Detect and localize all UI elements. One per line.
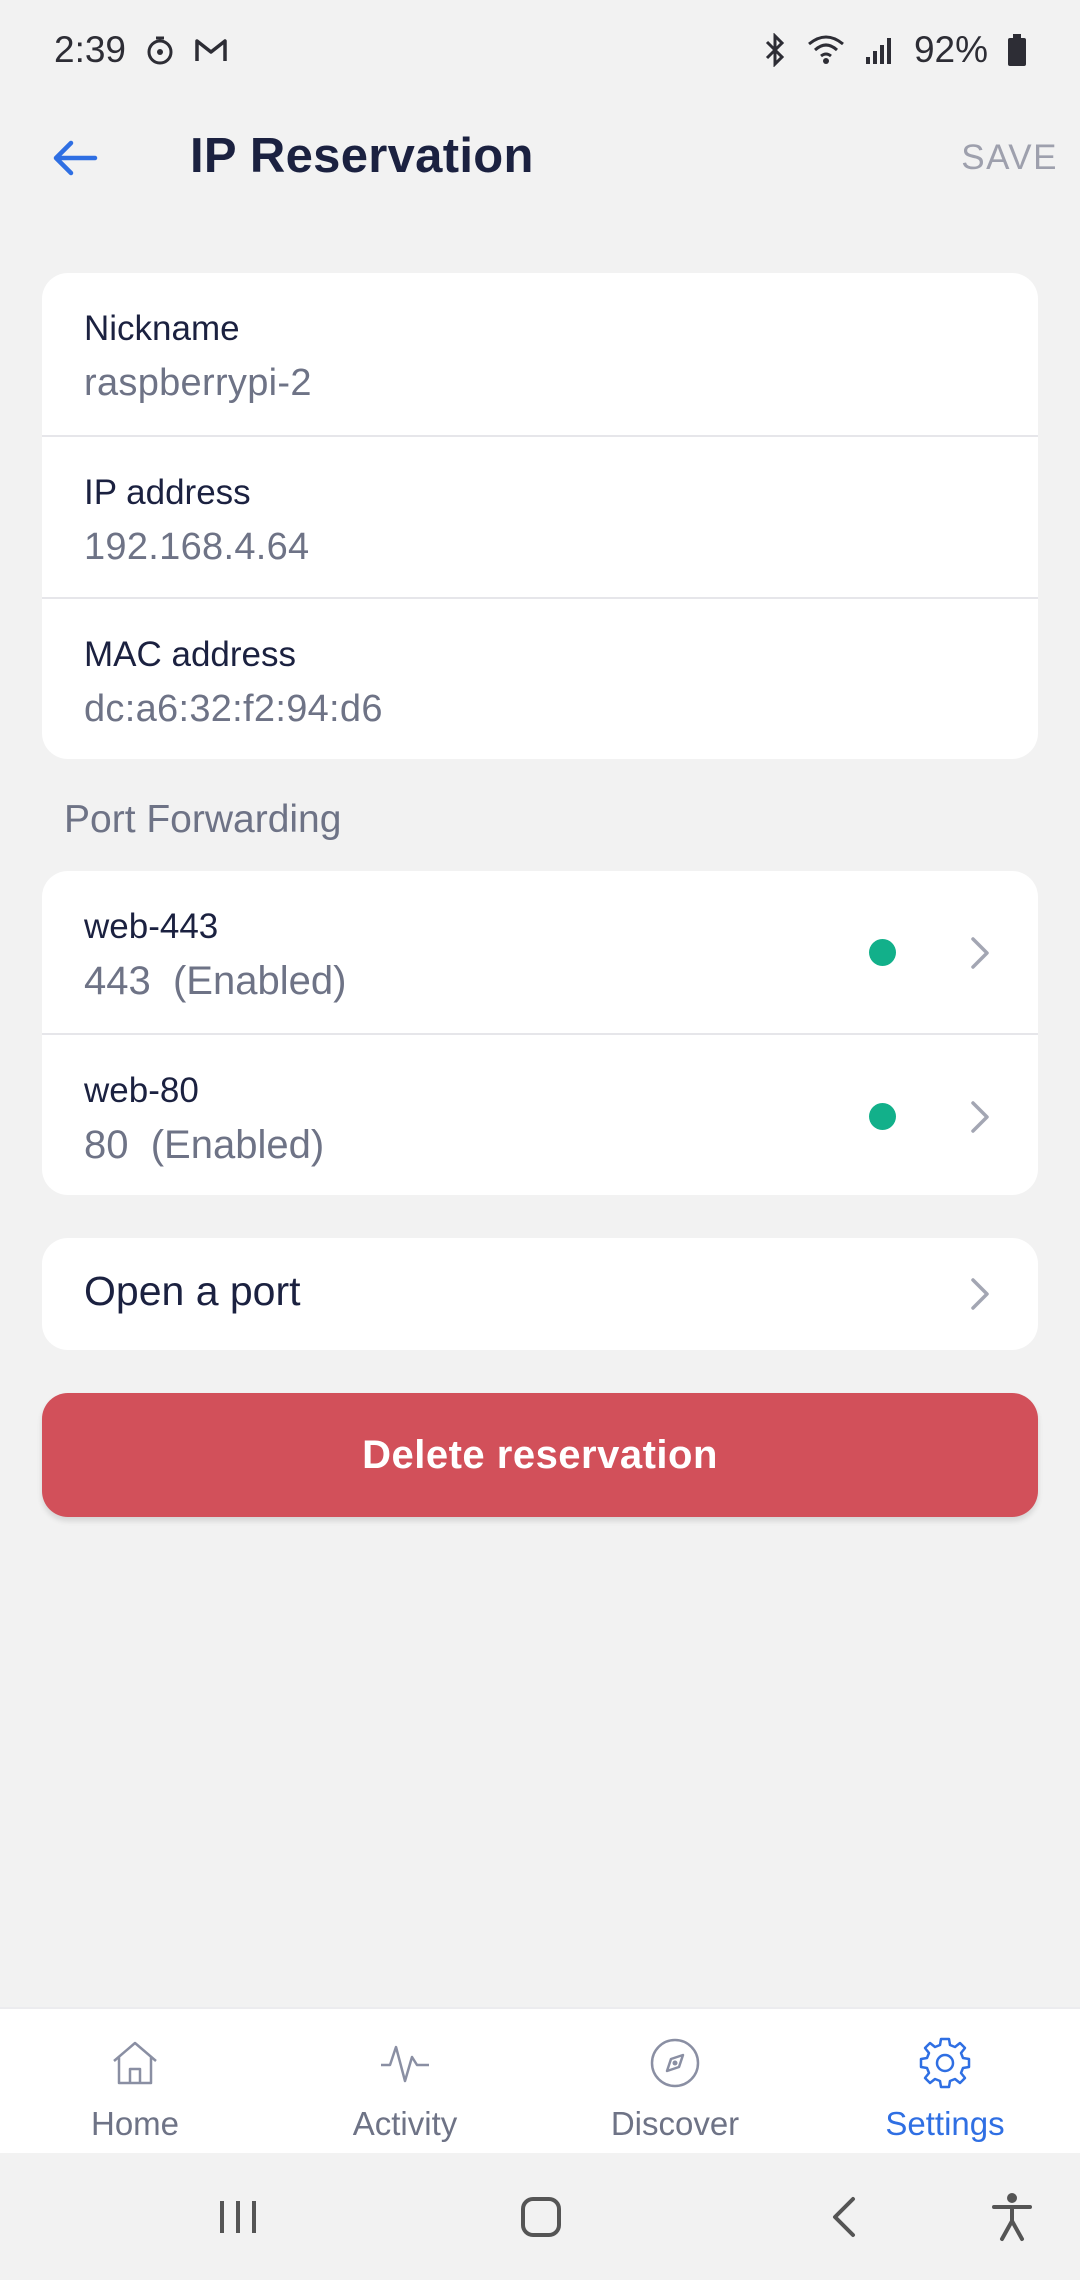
status-bar-left: 2:39 bbox=[54, 29, 228, 71]
field-value: raspberrypi-2 bbox=[84, 362, 312, 404]
field-label: Nickname bbox=[84, 309, 240, 348]
field-label: MAC address bbox=[84, 635, 297, 674]
port-rule-status: 443 (Enabled) bbox=[84, 959, 347, 1003]
field-value: 192.168.4.64 bbox=[84, 526, 310, 568]
wifi-icon bbox=[806, 34, 846, 66]
bluetooth-icon bbox=[762, 33, 788, 67]
home-icon bbox=[107, 2035, 163, 2091]
accessibility-icon bbox=[990, 2191, 1034, 2248]
bottom-nav: Home Activity Discover Settings bbox=[0, 2007, 1080, 2153]
back-button[interactable] bbox=[40, 130, 110, 190]
page-title: IP Reservation bbox=[190, 129, 534, 183]
nav-label: Activity bbox=[352, 2105, 458, 2142]
chevron-right-icon bbox=[966, 1272, 994, 1316]
port-forwarding-card: web-443 443 (Enabled) web-80 80 (Enabled… bbox=[42, 871, 1038, 1195]
port-rule-name: web-443 bbox=[84, 907, 219, 946]
battery-icon bbox=[1006, 33, 1028, 67]
gmail-icon bbox=[194, 36, 228, 64]
screen: 2:39 92% IP Reservation SAVE Nickname ra… bbox=[0, 0, 1080, 2280]
port-rule-item[interactable]: web-443 443 (Enabled) bbox=[42, 871, 1038, 1033]
status-bar: 2:39 92% bbox=[0, 0, 1080, 100]
mac-address-field: MAC address dc:a6:32:f2:94:d6 bbox=[42, 597, 1038, 759]
chevron-right-icon bbox=[966, 1095, 994, 1139]
field-label: IP address bbox=[84, 473, 251, 512]
ip-address-field[interactable]: IP address 192.168.4.64 bbox=[42, 435, 1038, 597]
recent-apps-button[interactable] bbox=[208, 2189, 268, 2249]
system-back-button[interactable] bbox=[814, 2189, 874, 2249]
nav-item-settings[interactable]: Settings bbox=[810, 2009, 1080, 2153]
save-button[interactable]: SAVE bbox=[961, 138, 1058, 178]
enabled-status-dot bbox=[869, 1103, 896, 1130]
timer-icon bbox=[144, 34, 176, 66]
enabled-status-dot bbox=[869, 939, 896, 966]
home-system-button[interactable] bbox=[511, 2189, 571, 2249]
chevron-left-icon bbox=[829, 2195, 859, 2244]
accessibility-button[interactable] bbox=[982, 2189, 1042, 2249]
compass-icon bbox=[647, 2035, 703, 2091]
nav-item-home[interactable]: Home bbox=[0, 2009, 270, 2153]
port-rule-status: 80 (Enabled) bbox=[84, 1123, 325, 1167]
home-square-icon bbox=[519, 2195, 563, 2244]
system-nav-bar bbox=[0, 2153, 1080, 2280]
gear-icon bbox=[917, 2035, 973, 2091]
clock: 2:39 bbox=[54, 29, 127, 70]
signal-icon bbox=[864, 35, 896, 65]
nav-label: Settings bbox=[885, 2105, 1005, 2142]
app-bar: IP Reservation SAVE bbox=[0, 100, 1080, 220]
port-rule-item[interactable]: web-80 80 (Enabled) bbox=[42, 1033, 1038, 1195]
nickname-field[interactable]: Nickname raspberrypi-2 bbox=[42, 273, 1038, 435]
open-port-label: Open a port bbox=[84, 1268, 301, 1314]
open-port-button[interactable]: Open a port bbox=[42, 1238, 1038, 1350]
nav-item-activity[interactable]: Activity bbox=[270, 2009, 540, 2153]
delete-reservation-button[interactable]: Delete reservation bbox=[42, 1393, 1038, 1517]
port-rule-name: web-80 bbox=[84, 1071, 199, 1110]
battery-percent: 92% bbox=[913, 29, 988, 70]
field-value: dc:a6:32:f2:94:d6 bbox=[84, 688, 383, 730]
recent-apps-icon bbox=[216, 2197, 260, 2242]
arrow-left-icon bbox=[51, 138, 99, 183]
chevron-right-icon bbox=[966, 931, 994, 975]
nav-item-discover[interactable]: Discover bbox=[540, 2009, 810, 2153]
activity-icon bbox=[377, 2035, 433, 2091]
status-bar-right: 92% bbox=[762, 29, 1028, 71]
nav-label: Home bbox=[90, 2105, 180, 2142]
section-title-port-forwarding: Port Forwarding bbox=[64, 798, 342, 841]
nav-label: Discover bbox=[610, 2105, 740, 2142]
reservation-details-card: Nickname raspberrypi-2 IP address 192.16… bbox=[42, 273, 1038, 759]
